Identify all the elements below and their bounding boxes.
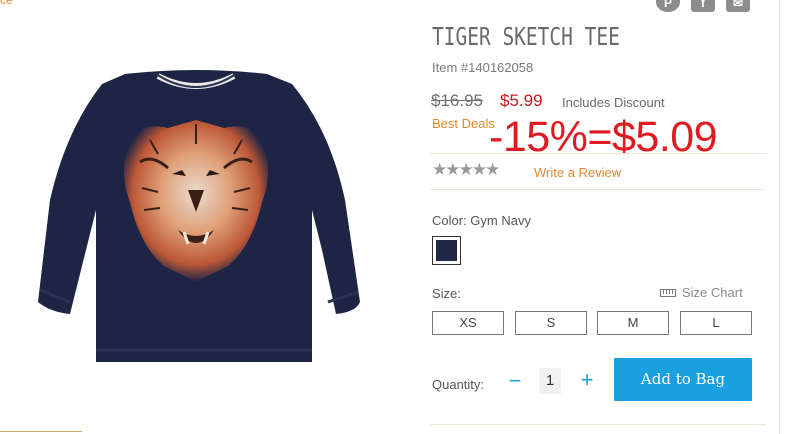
divider: [430, 424, 766, 425]
divider: [430, 189, 766, 190]
swatch-fill: [436, 240, 457, 261]
ruler-icon: [660, 288, 676, 297]
quantity-label: Quantity:: [432, 377, 485, 392]
item-number: Item #140162058: [432, 60, 534, 75]
size-chart-link[interactable]: Size Chart: [660, 285, 743, 300]
size-option-m[interactable]: M: [597, 311, 669, 335]
size-label: Size:: [432, 286, 461, 301]
rating-stars[interactable]: ★★★★★: [432, 160, 500, 180]
color-swatch-gym-navy[interactable]: [432, 236, 461, 265]
product-title: TIGER SKETCH TEE: [432, 22, 620, 51]
size-option-xs[interactable]: XS: [432, 311, 504, 335]
write-review-link[interactable]: Write a Review: [534, 165, 621, 180]
best-deals-link[interactable]: Best Deals: [432, 116, 495, 131]
pinterest-icon[interactable]: P: [656, 0, 680, 12]
size-option-s[interactable]: S: [515, 311, 587, 335]
size-chart-label: Size Chart: [682, 285, 743, 300]
sale-price: $5.99: [500, 91, 543, 110]
add-to-bag-button[interactable]: Add to Bag: [614, 358, 752, 401]
quantity-decrease-button[interactable]: −: [506, 368, 524, 394]
color-label: Color: Gym Navy: [432, 213, 531, 228]
product-image[interactable]: [30, 70, 362, 362]
top-link[interactable]: ce: [0, 0, 13, 7]
email-icon[interactable]: ✉: [726, 0, 750, 12]
quantity-input[interactable]: 1: [539, 368, 561, 394]
original-price: $16.95: [431, 91, 483, 110]
column-divider: [779, 0, 780, 434]
quantity-increase-button[interactable]: +: [577, 367, 597, 393]
divider: [430, 153, 766, 154]
discount-note: Includes Discount: [562, 95, 665, 110]
facebook-icon[interactable]: f: [691, 0, 715, 12]
size-option-l[interactable]: L: [680, 311, 752, 335]
